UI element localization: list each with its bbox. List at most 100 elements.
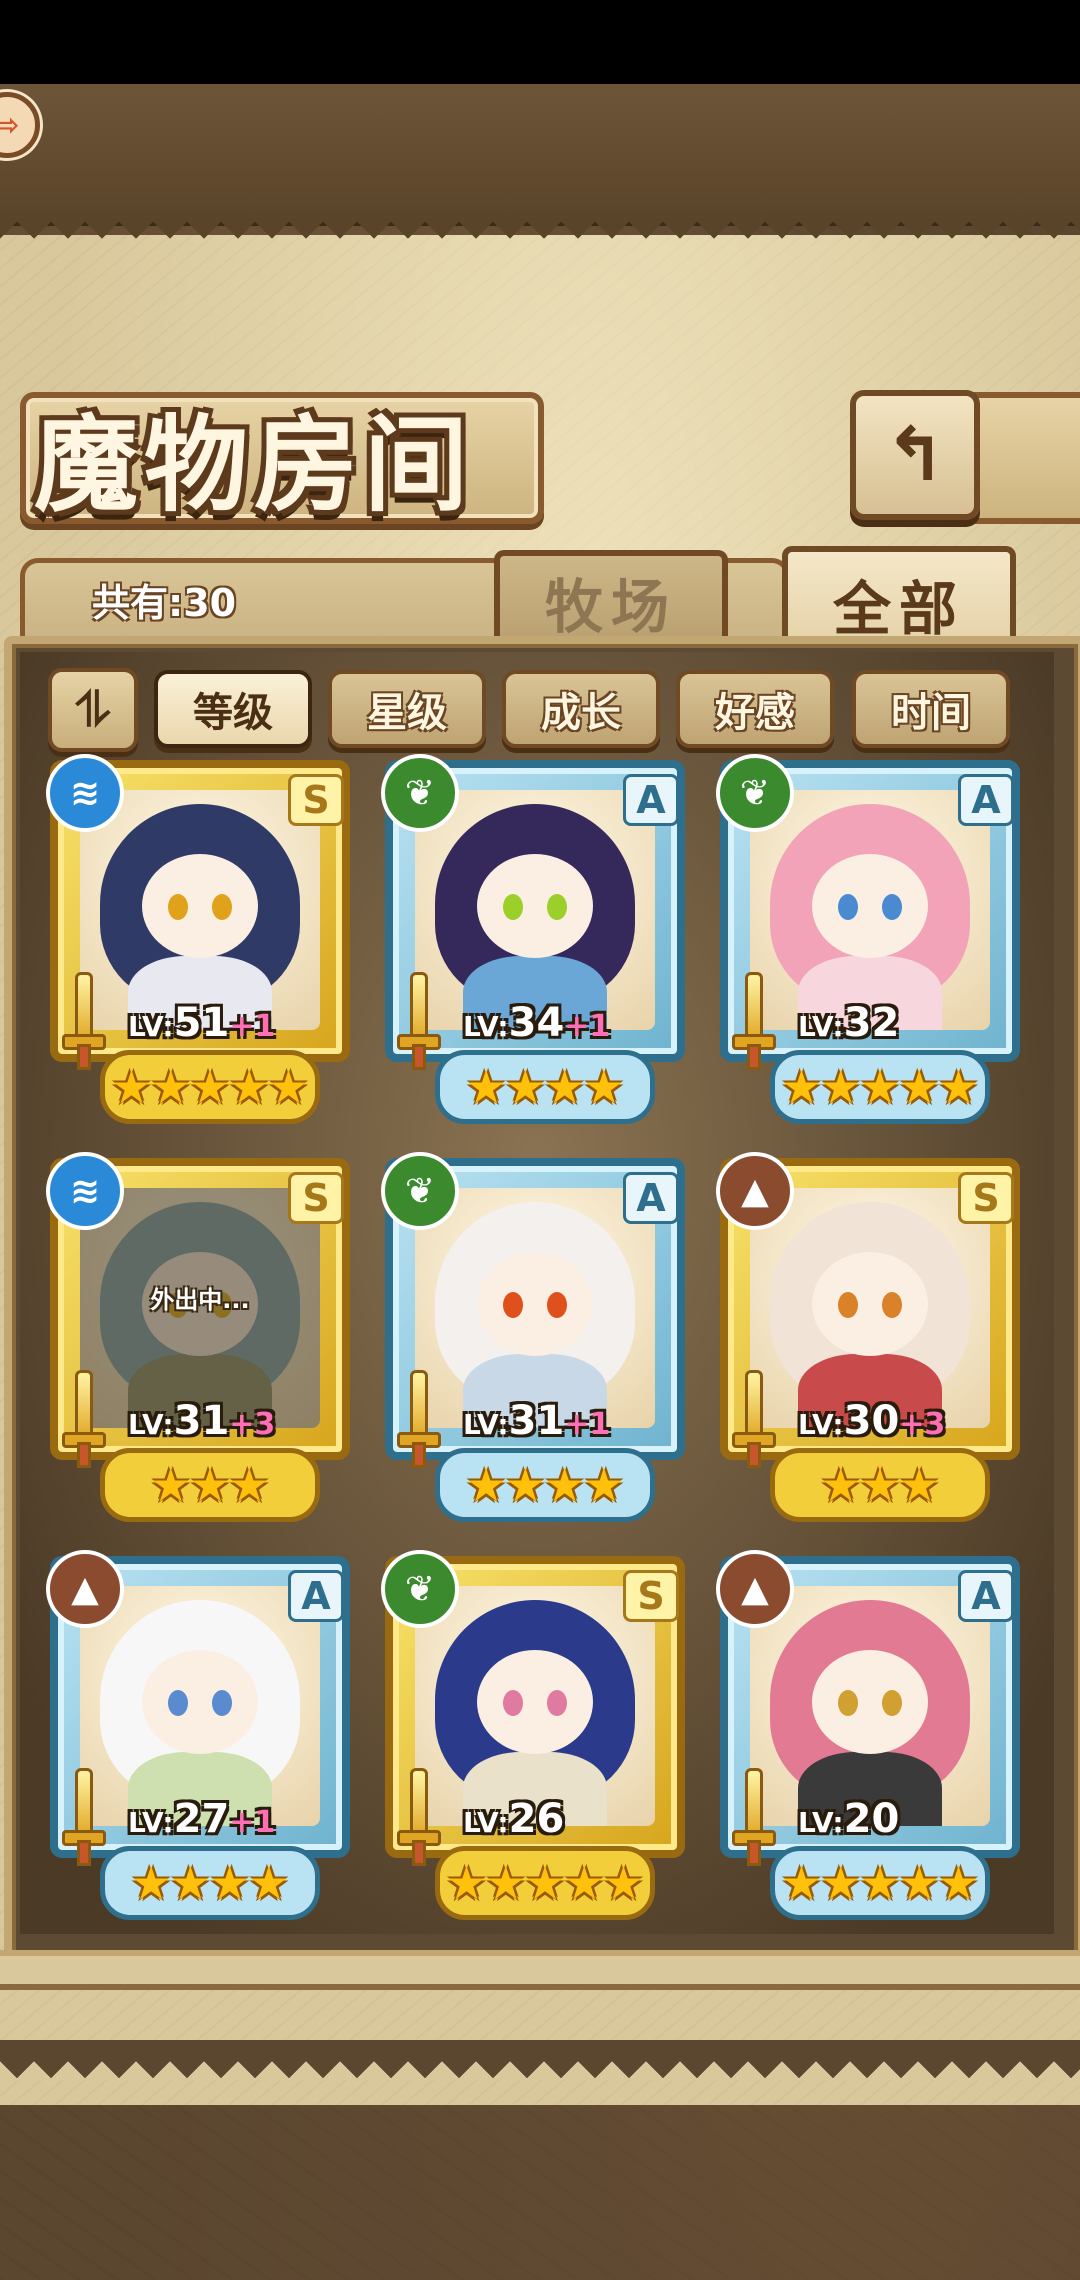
level-label: LV:31+1	[463, 1398, 610, 1444]
star-icon: ★	[602, 1856, 645, 1910]
rank-badge: S	[288, 1172, 344, 1224]
monster-portrait	[415, 1188, 655, 1428]
portrait-face	[812, 854, 928, 958]
star-icon: ★	[169, 1856, 211, 1910]
star-icon: ★	[150, 1458, 192, 1512]
earth-element-icon: ▲	[46, 1550, 124, 1628]
level-bonus: +1	[564, 1009, 611, 1044]
star-rating: ★ ★ ★	[770, 1448, 990, 1522]
star-rating: ★ ★ ★ ★	[100, 1846, 320, 1920]
star-icon: ★	[898, 1856, 940, 1910]
sword-icon	[58, 972, 106, 1070]
level-prefix: LV:	[798, 1010, 844, 1043]
star-rating: ★ ★ ★ ★ ★	[770, 1050, 990, 1124]
level-label: LV:34+1	[463, 1000, 610, 1046]
level-prefix: LV:	[128, 1010, 174, 1043]
sword-icon	[58, 1768, 106, 1866]
portrait-face	[812, 1650, 928, 1754]
portrait-eye-right	[882, 1690, 902, 1716]
level-label: LV:20	[798, 1796, 899, 1842]
portrait-eye-left	[838, 1292, 858, 1318]
level-value: 30	[843, 1398, 900, 1444]
level-value: 51	[173, 1000, 230, 1046]
monster-card[interactable]: ❦ A LV:32 ★ ★ ★ ★ ★	[716, 754, 1026, 1124]
level-prefix: LV:	[128, 1408, 174, 1441]
level-value: 26	[508, 1796, 565, 1842]
sort-order-toggle-button[interactable]: ⥮	[48, 668, 138, 752]
tab-ranch[interactable]: 牧场	[494, 550, 728, 648]
monster-portrait	[750, 790, 990, 1030]
level-label: LV:26	[463, 1796, 564, 1842]
level-bonus: +1	[564, 1407, 611, 1442]
rank-badge: A	[958, 1570, 1014, 1622]
star-icon: ★	[504, 1060, 546, 1114]
monster-portrait	[750, 1586, 990, 1826]
portrait-face	[477, 1650, 593, 1754]
star-icon: ★	[110, 1060, 153, 1114]
monster-card[interactable]: ▲ S LV:30+3 ★ ★ ★	[716, 1152, 1026, 1522]
sort-by-time-button[interactable]: 时间	[852, 670, 1010, 748]
level-bonus: +3	[229, 1407, 276, 1442]
star-icon: ★	[445, 1856, 488, 1910]
star-icon: ★	[780, 1856, 823, 1910]
portrait-eye-right	[882, 1292, 902, 1318]
sword-icon	[728, 972, 776, 1070]
portrait-face	[142, 1650, 258, 1754]
star-icon: ★	[859, 1060, 901, 1114]
monster-card[interactable]: ❦ A LV:31+1 ★ ★ ★ ★	[381, 1152, 691, 1522]
level-prefix: LV:	[128, 1806, 174, 1839]
sort-by-level-button[interactable]: 等级	[154, 670, 312, 748]
star-rating: ★ ★ ★ ★	[435, 1448, 655, 1522]
rank-badge: S	[623, 1570, 679, 1622]
portrait-eye-left	[838, 894, 858, 920]
sword-icon	[393, 972, 441, 1070]
leaf-element-icon: ❦	[381, 1152, 459, 1230]
rank-badge: A	[288, 1570, 344, 1622]
monster-card[interactable]: 外出中... ≋ S LV:31+3 ★ ★ ★	[46, 1152, 356, 1522]
monster-portrait	[80, 1586, 320, 1826]
leaf-element-icon: ❦	[381, 1550, 459, 1628]
portrait-eye-left	[168, 894, 188, 920]
star-icon: ★	[898, 1458, 940, 1512]
star-icon: ★	[485, 1856, 527, 1910]
portrait-eye-left	[503, 894, 523, 920]
star-icon: ★	[544, 1060, 586, 1114]
rank-badge: A	[623, 774, 679, 826]
portrait-eye-right	[547, 1292, 567, 1318]
return-button[interactable]: ↰	[850, 390, 980, 520]
portrait-face	[477, 1252, 593, 1356]
star-icon: ★	[780, 1060, 823, 1114]
earth-element-icon: ▲	[716, 1152, 794, 1230]
star-icon: ★	[524, 1856, 566, 1910]
earth-element-icon: ▲	[716, 1550, 794, 1628]
level-value: 27	[173, 1796, 230, 1842]
star-icon: ★	[583, 1458, 625, 1512]
monster-card[interactable]: ▲ A LV:20 ★ ★ ★ ★ ★	[716, 1550, 1026, 1920]
star-icon: ★	[248, 1856, 290, 1910]
portrait-face	[142, 854, 258, 958]
level-prefix: LV:	[463, 1806, 509, 1839]
monster-card[interactable]: ≋ S LV:51+1 ★ ★ ★ ★ ★	[46, 754, 356, 1124]
sort-by-star-button[interactable]: 星级	[328, 670, 486, 748]
star-icon: ★	[820, 1458, 862, 1512]
monster-card[interactable]: ❦ A LV:34+1 ★ ★ ★ ★	[381, 754, 691, 1124]
star-icon: ★	[228, 1060, 270, 1114]
portrait-eye-right	[882, 894, 902, 920]
portrait-eye-left	[168, 1690, 188, 1716]
star-rating: ★ ★ ★ ★	[435, 1050, 655, 1124]
star-icon: ★	[820, 1060, 862, 1114]
sword-icon	[728, 1768, 776, 1866]
star-icon: ★	[583, 1060, 625, 1114]
water-element-icon: ≋	[46, 1152, 124, 1230]
sword-icon	[728, 1370, 776, 1468]
star-icon: ★	[189, 1458, 231, 1512]
sort-by-affection-button[interactable]: 好感	[676, 670, 834, 748]
sword-icon	[393, 1370, 441, 1468]
star-icon: ★	[820, 1856, 862, 1910]
parchment-torn-edge-bottom	[0, 2040, 1080, 2080]
monster-card[interactable]: ❦ S LV:26 ★ ★ ★ ★ ★	[381, 1550, 691, 1920]
sort-by-growth-button[interactable]: 成长	[502, 670, 660, 748]
leaf-element-icon: ❦	[381, 754, 459, 832]
rank-badge: A	[958, 774, 1014, 826]
monster-card[interactable]: ▲ A LV:27+1 ★ ★ ★ ★	[46, 1550, 356, 1920]
